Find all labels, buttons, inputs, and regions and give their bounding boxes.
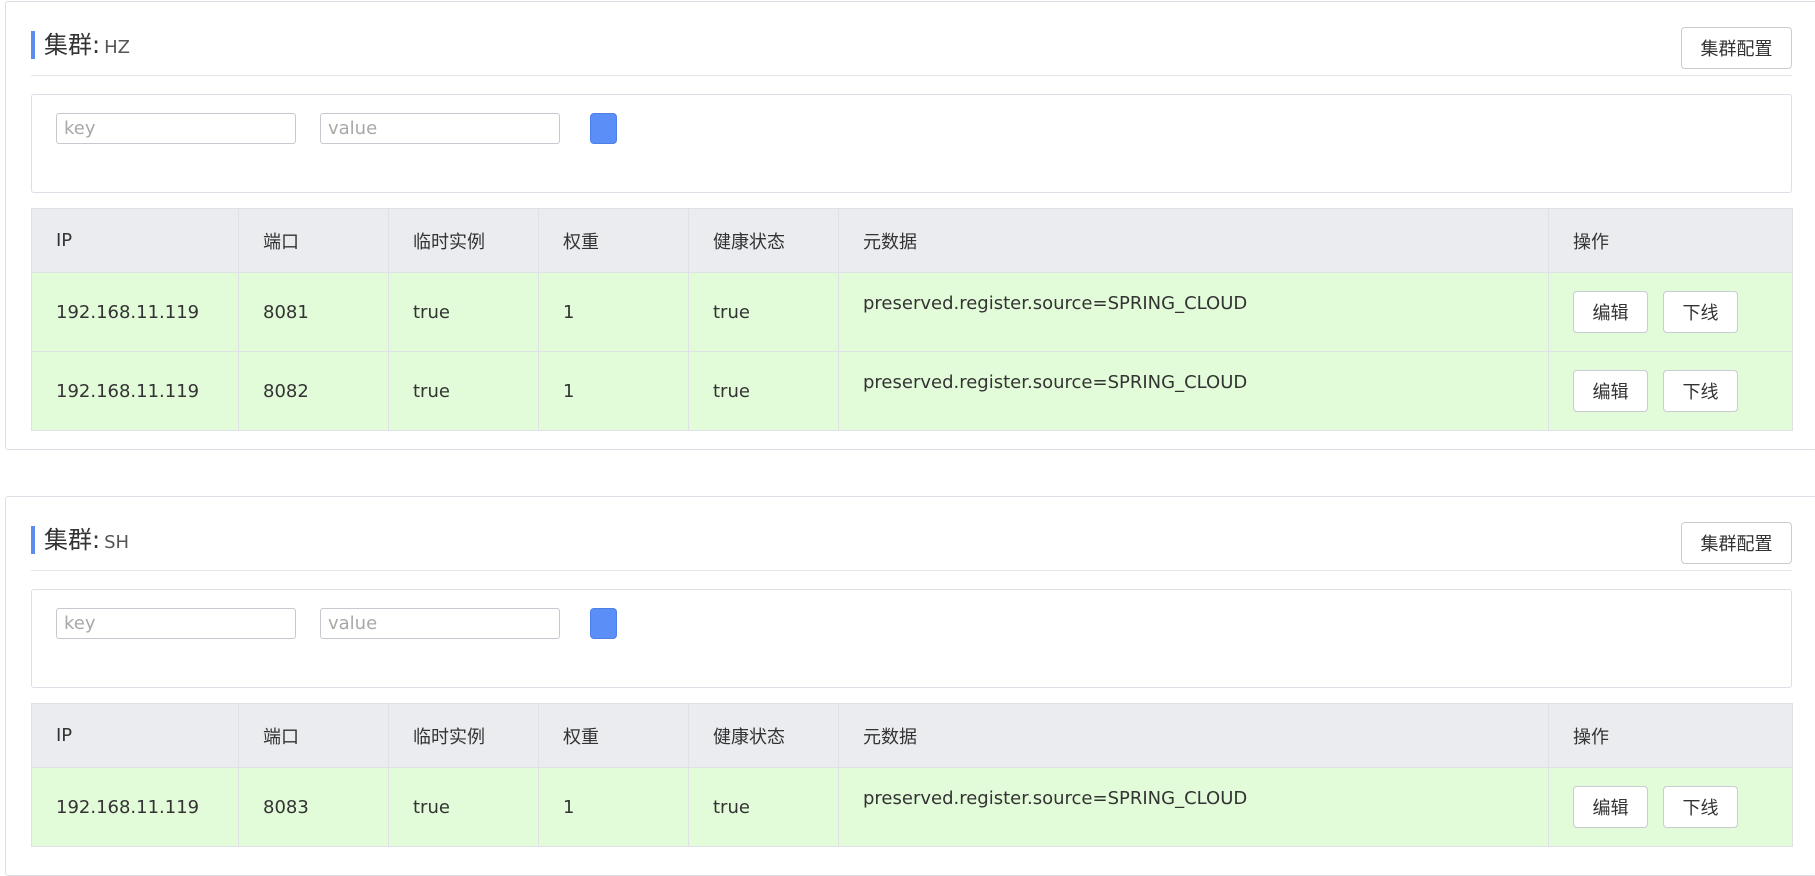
column-header-health: 健康状态 <box>688 703 839 768</box>
cell-health: true <box>688 272 839 352</box>
table-header-row: IP 端口 临时实例 权重 健康状态 元数据 操作 <box>31 208 1793 273</box>
cell-ephemeral: true <box>388 351 539 431</box>
filter-value-input[interactable] <box>320 113 560 144</box>
offline-button[interactable]: 下线 <box>1663 370 1738 412</box>
cell-port: 8081 <box>238 272 389 352</box>
cluster-title: 集群: SH <box>31 526 129 554</box>
column-header-weight: 权重 <box>538 703 689 768</box>
cluster-label: 集群: <box>44 526 101 554</box>
cluster-name: SH <box>104 532 130 553</box>
cell-port: 8082 <box>238 351 389 431</box>
cell-port: 8083 <box>238 767 389 847</box>
edit-button[interactable]: 编辑 <box>1573 370 1648 412</box>
edit-button[interactable]: 编辑 <box>1573 291 1648 333</box>
offline-button[interactable]: 下线 <box>1663 786 1738 828</box>
cell-weight: 1 <box>538 767 689 847</box>
filter-key-input[interactable] <box>56 113 296 144</box>
table-row: 192.168.11.119 8081 true 1 true preserve… <box>31 272 1793 352</box>
filter-value-input[interactable] <box>320 608 560 639</box>
filter-add-button[interactable] <box>590 608 617 639</box>
cell-ephemeral: true <box>388 767 539 847</box>
instance-table: IP 端口 临时实例 权重 健康状态 元数据 操作 192.168.11.119… <box>31 703 1793 847</box>
column-header-port: 端口 <box>238 208 389 273</box>
cluster-header: 集群: SH 集群配置 <box>31 497 1792 571</box>
cell-health: true <box>688 767 839 847</box>
cluster-title: 集群: HZ <box>31 31 130 59</box>
cell-weight: 1 <box>538 272 689 352</box>
cell-ip: 192.168.11.119 <box>31 272 239 352</box>
edit-button[interactable]: 编辑 <box>1573 786 1648 828</box>
cell-metadata: preserved.register.source=SPRING_CLOUD <box>838 767 1549 847</box>
cluster-name: HZ <box>104 37 130 58</box>
table-header-row: IP 端口 临时实例 权重 健康状态 元数据 操作 <box>31 703 1793 768</box>
column-header-metadata: 元数据 <box>838 208 1549 273</box>
column-header-health: 健康状态 <box>688 208 839 273</box>
column-header-weight: 权重 <box>538 208 689 273</box>
cell-actions: 编辑 下线 <box>1548 767 1793 847</box>
column-header-ip: IP <box>31 208 239 273</box>
table-row: 192.168.11.119 8082 true 1 true preserve… <box>31 351 1793 431</box>
cluster-config-button[interactable]: 集群配置 <box>1681 522 1792 564</box>
cluster-config-button[interactable]: 集群配置 <box>1681 27 1792 69</box>
column-header-actions: 操作 <box>1548 703 1793 768</box>
cell-actions: 编辑 下线 <box>1548 272 1793 352</box>
filter-add-button[interactable] <box>590 113 617 144</box>
cell-health: true <box>688 351 839 431</box>
cluster-card-hz: 集群:HZ 集群配置 IP 端口 临时实例 权重 健康状态 元数据 操作 192… <box>5 1 1815 450</box>
metadata-filter <box>31 94 1792 193</box>
filter-key-input[interactable] <box>56 608 296 639</box>
column-header-metadata: 元数据 <box>838 703 1549 768</box>
cell-ephemeral: true <box>388 272 539 352</box>
column-header-actions: 操作 <box>1548 208 1793 273</box>
cell-ip: 192.168.11.119 <box>31 351 239 431</box>
offline-button[interactable]: 下线 <box>1663 291 1738 333</box>
column-header-ephemeral: 临时实例 <box>388 703 539 768</box>
table-row: 192.168.11.119 8083 true 1 true preserve… <box>31 767 1793 847</box>
cluster-label: 集群: <box>44 31 101 59</box>
cell-actions: 编辑 下线 <box>1548 351 1793 431</box>
cell-metadata: preserved.register.source=SPRING_CLOUD <box>838 351 1549 431</box>
cell-metadata: preserved.register.source=SPRING_CLOUD <box>838 272 1549 352</box>
column-header-port: 端口 <box>238 703 389 768</box>
column-header-ip: IP <box>31 703 239 768</box>
column-header-ephemeral: 临时实例 <box>388 208 539 273</box>
instance-table: IP 端口 临时实例 权重 健康状态 元数据 操作 192.168.11.119… <box>31 208 1793 431</box>
metadata-filter <box>31 589 1792 688</box>
cell-ip: 192.168.11.119 <box>31 767 239 847</box>
cell-weight: 1 <box>538 351 689 431</box>
cluster-header: 集群: HZ 集群配置 <box>31 2 1792 76</box>
cluster-card-sh: 集群:SH 集群配置 IP 端口 临时实例 权重 健康状态 元数据 操作 192… <box>5 496 1815 876</box>
